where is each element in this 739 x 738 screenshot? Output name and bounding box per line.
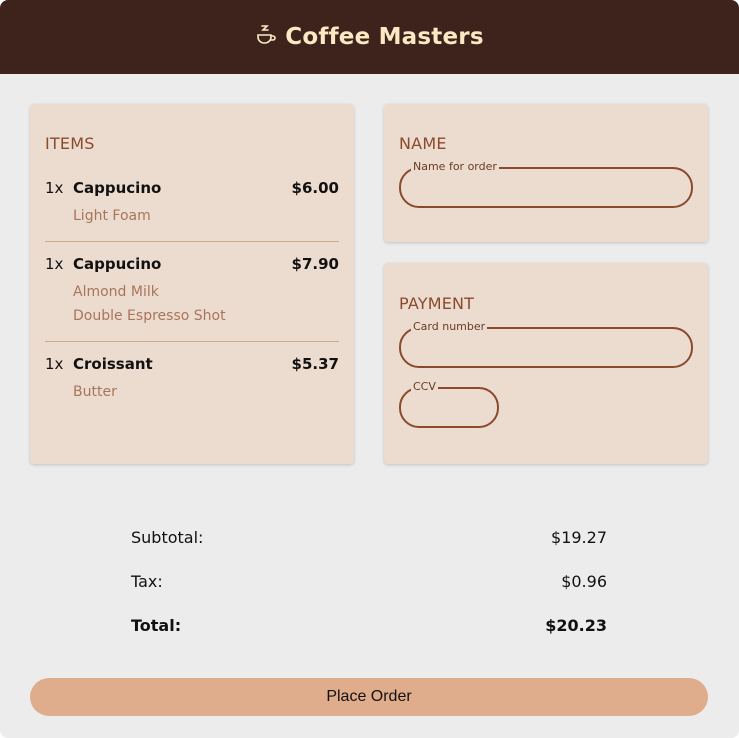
item-quantity: 1x [45, 255, 64, 273]
item-option: Almond Milk [73, 284, 159, 300]
item-price: $7.90 [291, 255, 339, 273]
app-title: Coffee Masters [285, 24, 484, 50]
total-value: $20.23 [545, 616, 607, 635]
place-order-button[interactable]: Place Order [30, 678, 708, 716]
ccv-field: CCV [399, 380, 499, 428]
card-number-field: Card number [399, 320, 693, 368]
name-card-title: NAME [399, 134, 447, 153]
item-quantity: 1x [45, 179, 64, 197]
payment-card-title: PAYMENT [399, 294, 475, 313]
item-name: Cappucino [73, 179, 162, 197]
name-card: NAME Name for order [384, 104, 708, 242]
subtotal-label: Subtotal: [131, 528, 204, 547]
subtotal-value: $19.27 [551, 528, 607, 547]
tax-label: Tax: [131, 572, 163, 591]
item-divider [45, 341, 339, 342]
items-card-title: ITEMS [45, 134, 95, 153]
ccv-input[interactable] [401, 389, 497, 426]
item-quantity: 1x [45, 355, 64, 373]
tax-value: $0.96 [561, 572, 607, 591]
item-name: Croissant [73, 355, 153, 373]
item-divider [45, 241, 339, 242]
payment-card: PAYMENT Card number CCV [384, 263, 708, 464]
app-window: Coffee Masters ITEMS 1x Cappucino $6.00 … [0, 0, 739, 738]
item-option: Double Espresso Shot [73, 308, 226, 324]
total-label: Total: [131, 616, 182, 635]
name-input[interactable] [401, 169, 691, 206]
item-price: $5.37 [291, 355, 339, 373]
name-field: Name for order [399, 160, 693, 208]
item-name: Cappucino [73, 255, 162, 273]
item-option: Butter [73, 384, 117, 400]
brand: Coffee Masters [255, 24, 484, 50]
items-card: ITEMS 1x Cappucino $6.00 Light Foam 1x C… [30, 104, 354, 464]
item-price: $6.00 [291, 179, 339, 197]
app-header: Coffee Masters [0, 0, 739, 74]
card-number-input[interactable] [401, 329, 691, 366]
item-option: Light Foam [73, 208, 151, 224]
coffee-cup-icon [255, 24, 277, 50]
